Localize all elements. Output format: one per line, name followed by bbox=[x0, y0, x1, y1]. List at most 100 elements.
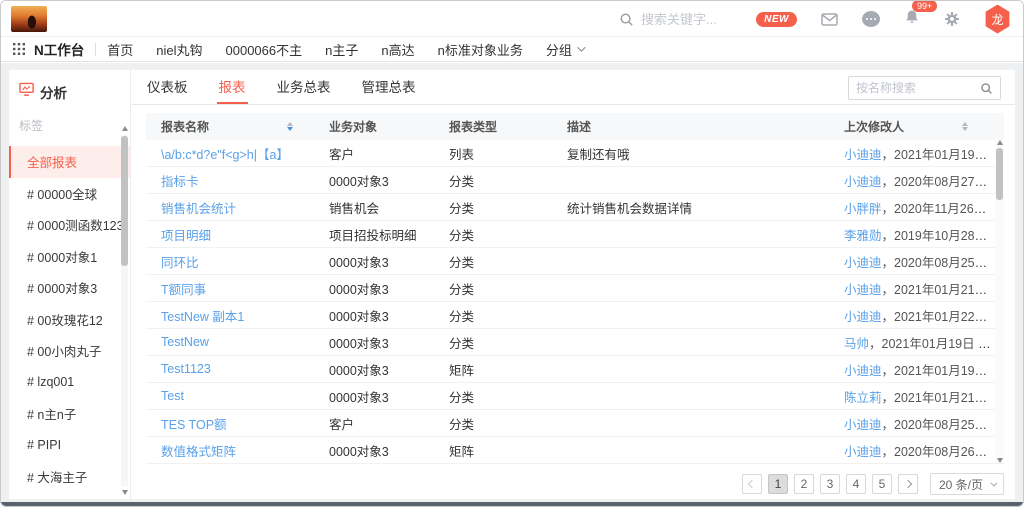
sidebar-tag-item[interactable]: # 0000对象1 bbox=[9, 241, 130, 273]
table-row[interactable]: 数值格式矩阵 0000对象3 矩阵 小迪迪，2020年08月26日 10:00 bbox=[146, 437, 1004, 464]
col-report-name[interactable]: 报表名称 bbox=[161, 118, 209, 135]
table-row[interactable]: Test 0000对象3 分类 陈立莉，2021年01月21日 17:00 bbox=[146, 383, 1004, 410]
sidebar-scrollbar[interactable] bbox=[120, 126, 129, 495]
global-search-input[interactable] bbox=[641, 12, 761, 27]
report-name-link[interactable]: TestNew 副本1 bbox=[161, 310, 244, 324]
report-name-link[interactable]: 同环比 bbox=[161, 256, 199, 270]
report-name-link[interactable]: 指标卡 bbox=[161, 175, 199, 189]
settings-gear-icon[interactable] bbox=[944, 11, 960, 27]
page-button-5[interactable]: 5 bbox=[872, 474, 892, 494]
page-button-1[interactable]: 1 bbox=[768, 474, 788, 494]
chat-icon[interactable] bbox=[862, 11, 880, 27]
table-row[interactable]: \a/b:c*d?e"f<g>h|【a】 客户 列表 复制还有哦 小迪迪，202… bbox=[146, 140, 1004, 167]
business-object-cell: 0000对象3 bbox=[329, 279, 449, 298]
search-icon[interactable] bbox=[980, 82, 993, 95]
table-scrollbar[interactable] bbox=[995, 140, 1004, 463]
modifier-link[interactable]: 李雅勋 bbox=[844, 229, 882, 243]
report-type-cell: 分类 bbox=[449, 225, 567, 244]
tab-业务总表[interactable]: 业务总表 bbox=[275, 70, 333, 104]
tabs-bar: 仪表板报表业务总表管理总表 bbox=[132, 70, 1015, 105]
page-size-select[interactable]: 20 条/页 bbox=[930, 473, 1004, 495]
new-badge[interactable]: NEW bbox=[756, 12, 797, 27]
nav-item[interactable]: niel丸钩 bbox=[156, 40, 202, 59]
table-row[interactable]: TestNew 副本1 0000对象3 分类 小迪迪，2021年01月22日 1… bbox=[146, 302, 1004, 329]
scroll-up-icon[interactable] bbox=[122, 126, 128, 131]
modifier-link[interactable]: 小迪迪 bbox=[844, 283, 882, 297]
col-business-object[interactable]: 业务对象 bbox=[329, 118, 449, 135]
sidebar-tag-item[interactable]: # lzq001 bbox=[9, 367, 130, 399]
sidebar-tag-item[interactable]: # 00玫瑰花12 bbox=[9, 304, 130, 336]
modifier-link[interactable]: 小迪迪 bbox=[844, 445, 882, 459]
table-row[interactable]: 销售机会统计 销售机会 分类 统计销售机会数据详情 小胖胖，2020年11月26… bbox=[146, 194, 1004, 221]
page-button-3[interactable]: 3 bbox=[820, 474, 840, 494]
report-name-link[interactable]: 销售机会统计 bbox=[161, 202, 236, 216]
sidebar-tag-item[interactable]: # 00小肉丸子 bbox=[9, 335, 130, 367]
table-row[interactable]: 同环比 0000对象3 分类 小迪迪，2020年08月25日 02:20 bbox=[146, 248, 1004, 275]
sidebar-tag-item[interactable]: # 订单 bbox=[9, 493, 130, 500]
modifier-link[interactable]: 小迪迪 bbox=[844, 175, 882, 189]
nav-item[interactable]: 0000066不主 bbox=[226, 40, 303, 59]
table-search-input[interactable] bbox=[856, 81, 980, 95]
col-last-modified[interactable]: 上次修改人 bbox=[844, 118, 904, 135]
table-header: 报表名称 业务对象 报表类型 描述 上次修改人 bbox=[146, 113, 1004, 140]
report-name-link[interactable]: TestNew bbox=[161, 335, 209, 349]
nav-item[interactable]: n高达 bbox=[381, 40, 414, 59]
modifier-link[interactable]: 小迪迪 bbox=[844, 256, 882, 270]
modifier-link[interactable]: 小胖胖 bbox=[844, 202, 882, 216]
tab-仪表板[interactable]: 仪表板 bbox=[145, 70, 190, 104]
modifier-link[interactable]: 陈立莉 bbox=[844, 391, 882, 405]
modified-date: ，2019年10月28日 14:10 bbox=[882, 229, 1004, 243]
modifier-link[interactable]: 小迪迪 bbox=[844, 364, 882, 378]
sidebar-tag-item[interactable]: # n主n子 bbox=[9, 398, 130, 430]
logo[interactable] bbox=[11, 6, 47, 32]
modifier-link[interactable]: 小迪迪 bbox=[844, 310, 882, 324]
report-type-cell: 分类 bbox=[449, 252, 567, 271]
nav-group-dropdown[interactable]: 分组 bbox=[546, 40, 583, 59]
report-name-link[interactable]: Test bbox=[161, 389, 184, 403]
modifier-link[interactable]: 小迪迪 bbox=[844, 148, 882, 162]
mail-icon[interactable] bbox=[821, 12, 838, 27]
col-description[interactable]: 描述 bbox=[567, 118, 844, 135]
report-name-link[interactable]: Test1123 bbox=[161, 362, 211, 376]
report-name-link[interactable]: TES TOP额 bbox=[161, 418, 227, 432]
scroll-down-icon[interactable] bbox=[122, 490, 128, 495]
sort-icon[interactable] bbox=[962, 122, 968, 131]
report-name-link[interactable]: 项目明细 bbox=[161, 229, 211, 243]
table-row[interactable]: T额同事 0000对象3 分类 小迪迪，2021年01月21日 10:35 bbox=[146, 275, 1004, 302]
nav-item[interactable]: n主子 bbox=[325, 40, 358, 59]
page-button-2[interactable]: 2 bbox=[794, 474, 814, 494]
report-name-link[interactable]: T额同事 bbox=[161, 283, 206, 297]
tab-报表[interactable]: 报表 bbox=[217, 70, 248, 104]
sidebar-item-all-reports[interactable]: 全部报表 bbox=[9, 146, 130, 178]
modifier-link[interactable]: 小迪迪 bbox=[844, 418, 882, 432]
scroll-up-icon[interactable] bbox=[997, 140, 1003, 145]
nav-items: 首页 niel丸钩 0000066不主 n主子 n高达 n标准对象业务 bbox=[107, 40, 546, 59]
table-row[interactable]: TestNew 0000对象3 分类 马帅，2021年01月19日 15:58 bbox=[146, 329, 1004, 356]
scroll-down-icon[interactable] bbox=[997, 458, 1003, 463]
table-row[interactable]: 指标卡 0000对象3 分类 小迪迪，2020年08月27日 14:39 bbox=[146, 167, 1004, 194]
business-object-cell: 0000对象3 bbox=[329, 252, 449, 271]
modifier-link[interactable]: 马帅 bbox=[844, 337, 869, 351]
workspace-title[interactable]: N工作台 bbox=[34, 39, 84, 59]
sort-icon[interactable] bbox=[287, 122, 293, 131]
nav-item[interactable]: n标准对象业务 bbox=[438, 40, 523, 59]
table-row[interactable]: 项目明细 项目招投标明细 分类 李雅勋，2019年10月28日 14:10 bbox=[146, 221, 1004, 248]
notifications[interactable]: 99+ bbox=[904, 9, 920, 30]
sidebar-tag-item[interactable]: # 0000测函数123 bbox=[9, 209, 130, 241]
prev-page-button[interactable] bbox=[742, 474, 762, 494]
next-page-button[interactable] bbox=[898, 474, 918, 494]
page-button-4[interactable]: 4 bbox=[846, 474, 866, 494]
tab-管理总表[interactable]: 管理总表 bbox=[360, 70, 418, 104]
sidebar-tag-item[interactable]: # 00000全球 bbox=[9, 178, 130, 210]
nav-item[interactable]: 首页 bbox=[107, 40, 133, 59]
sidebar-tag-item[interactable]: # 大海主子 bbox=[9, 461, 130, 493]
report-name-link[interactable]: \a/b:c*d?e"f<g>h|【a】 bbox=[161, 148, 289, 162]
sidebar-tag-item[interactable]: # PIPI bbox=[9, 430, 130, 462]
table-row[interactable]: Test1123 0000对象3 矩阵 小迪迪，2021年01月19日 16:1… bbox=[146, 356, 1004, 383]
col-report-type[interactable]: 报表类型 bbox=[449, 118, 567, 135]
avatar[interactable]: 龙 bbox=[984, 5, 1011, 34]
sidebar-tag-item[interactable]: # 0000对象3 bbox=[9, 272, 130, 304]
report-name-link[interactable]: 数值格式矩阵 bbox=[161, 445, 236, 459]
app-grid-icon[interactable] bbox=[13, 43, 25, 55]
table-row[interactable]: TES TOP额 客户 分类 小迪迪，2020年08月25日 03:14 bbox=[146, 410, 1004, 437]
